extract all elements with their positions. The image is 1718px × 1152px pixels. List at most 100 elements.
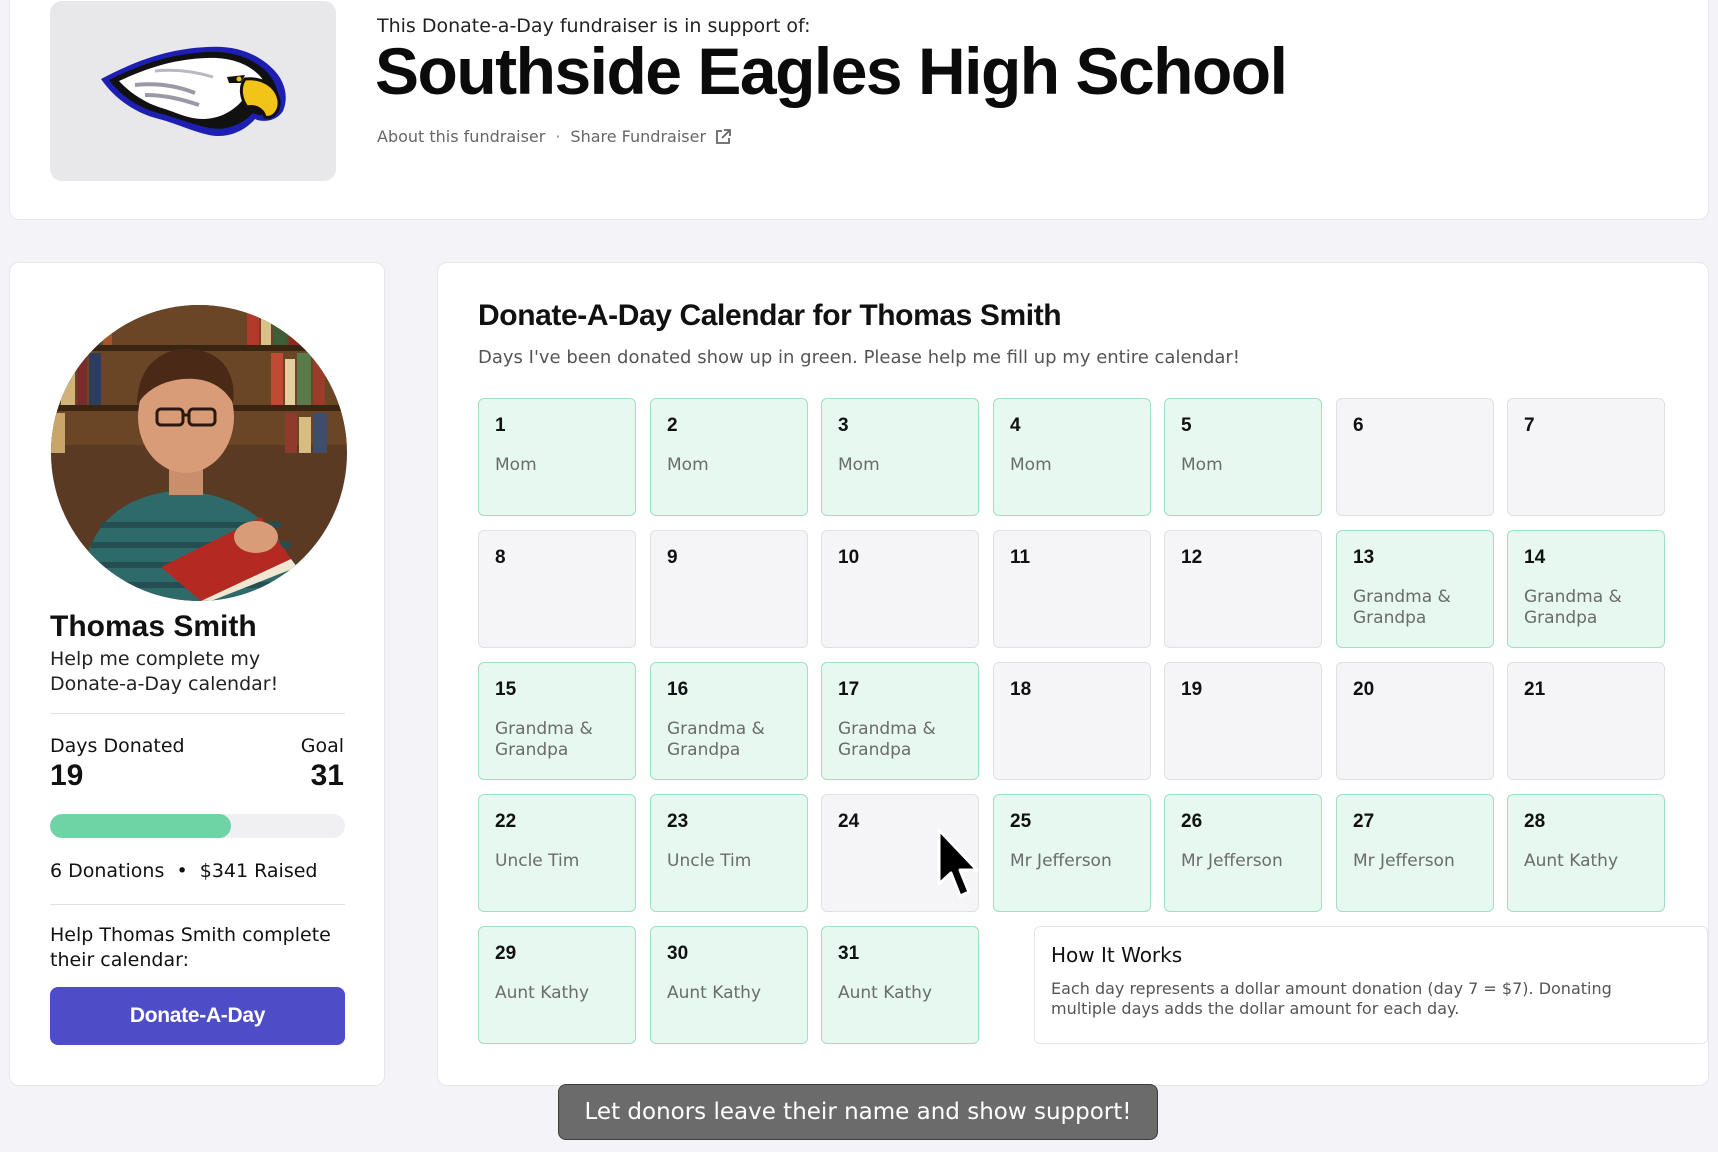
calendar-day[interactable]: 13 Grandma & Grandpa bbox=[1336, 530, 1494, 648]
calendar-day-number: 11 bbox=[1010, 547, 1031, 568]
calendar-day-donor: Uncle Tim bbox=[495, 851, 580, 871]
calendar-grid: 1 Mom 2 Mom 3 Mom 4 Mom 5 Mom 6 7 8 9 10 11 12 13 Grandma … bbox=[478, 398, 1708, 1058]
caption-banner: Let donors leave their name and show sup… bbox=[558, 1084, 1158, 1140]
calendar-day-donor: Aunt Kathy bbox=[667, 983, 762, 1003]
calendar-day-number: 27 bbox=[1353, 811, 1375, 832]
calendar-day[interactable]: 23 Uncle Tim bbox=[650, 794, 808, 912]
participant-name: Thomas Smith bbox=[50, 610, 257, 643]
calendar-day-number: 28 bbox=[1524, 811, 1546, 832]
calendar-day[interactable]: 29 Aunt Kathy bbox=[478, 926, 636, 1044]
calendar-day-number: 22 bbox=[495, 811, 517, 832]
calendar-day[interactable]: 25 Mr Jefferson bbox=[993, 794, 1151, 912]
calendar-day[interactable]: 9 bbox=[650, 530, 808, 648]
calendar-card: Donate-A-Day Calendar for Thomas Smith D… bbox=[437, 262, 1709, 1086]
calendar-day-donor: Grandma & Grandpa bbox=[838, 719, 936, 760]
calendar-day-donor: Mr Jefferson bbox=[1353, 851, 1455, 871]
calendar-day-number: 10 bbox=[838, 547, 860, 568]
calendar-day-donor: Grandma & Grandpa bbox=[1353, 587, 1451, 628]
mouse-pointer-icon bbox=[937, 828, 979, 898]
calendar-day-number: 18 bbox=[1010, 679, 1032, 700]
calendar-day-number: 20 bbox=[1353, 679, 1375, 700]
calendar-day-number: 6 bbox=[1353, 415, 1364, 436]
calendar-day-number: 26 bbox=[1181, 811, 1203, 832]
calendar-day-number: 29 bbox=[495, 943, 517, 964]
calendar-day[interactable]: 2 Mom bbox=[650, 398, 808, 516]
calendar-day-donor: Mom bbox=[1010, 455, 1052, 475]
calendar-day[interactable]: 31 Aunt Kathy bbox=[821, 926, 979, 1044]
calendar-day[interactable]: 11 bbox=[993, 530, 1151, 648]
goal-value: 31 bbox=[310, 759, 344, 792]
calendar-day[interactable]: 8 bbox=[478, 530, 636, 648]
calendar-day-number: 9 bbox=[667, 547, 678, 568]
calendar-day[interactable]: 19 bbox=[1164, 662, 1322, 780]
calendar-day-donor: Mom bbox=[495, 455, 537, 475]
school-logo bbox=[50, 1, 336, 181]
share-fundraiser-label: Share Fundraiser bbox=[570, 127, 707, 146]
calendar-day-number: 30 bbox=[667, 943, 689, 964]
calendar-day-number: 7 bbox=[1524, 415, 1535, 436]
fundraiser-header: This Donate-a-Day fundraiser is in suppo… bbox=[9, 0, 1709, 220]
calendar-day-number: 16 bbox=[667, 679, 689, 700]
donate-a-day-button[interactable]: Donate-A-Day bbox=[50, 987, 345, 1045]
share-fundraiser-link[interactable]: Share Fundraiser bbox=[570, 127, 732, 146]
calendar-day-donor: Mr Jefferson bbox=[1181, 851, 1283, 871]
calendar-day-number: 5 bbox=[1181, 415, 1192, 436]
calendar-day-number: 15 bbox=[495, 679, 517, 700]
calendar-day-number: 1 bbox=[495, 415, 506, 436]
calendar-day[interactable]: 27 Mr Jefferson bbox=[1336, 794, 1494, 912]
calendar-day-number: 8 bbox=[495, 547, 506, 568]
calendar-day[interactable]: 16 Grandma & Grandpa bbox=[650, 662, 808, 780]
calendar-day[interactable]: 28 Aunt Kathy bbox=[1507, 794, 1665, 912]
about-fundraiser-link[interactable]: About this fundraiser bbox=[377, 127, 545, 146]
calendar-day-donor: Aunt Kathy bbox=[838, 983, 933, 1003]
calendar-day-donor: Grandma & Grandpa bbox=[667, 719, 765, 760]
calendar-day[interactable]: 20 bbox=[1336, 662, 1494, 780]
calendar-day-donor: Mom bbox=[838, 455, 880, 475]
calendar-day[interactable]: 26 Mr Jefferson bbox=[1164, 794, 1322, 912]
calendar-day[interactable]: 3 Mom bbox=[821, 398, 979, 516]
calendar-day-number: 13 bbox=[1353, 547, 1375, 568]
calendar-day-number: 19 bbox=[1181, 679, 1203, 700]
calendar-day-number: 31 bbox=[838, 943, 860, 964]
calendar-day[interactable]: 22 Uncle Tim bbox=[478, 794, 636, 912]
calendar-day-donor: Mom bbox=[667, 455, 709, 475]
calendar-day-number: 4 bbox=[1010, 415, 1021, 436]
profile-photo bbox=[51, 305, 347, 601]
calendar-day[interactable]: 4 Mom bbox=[993, 398, 1151, 516]
calendar-day-number: 2 bbox=[667, 415, 678, 436]
calendar-day-number: 23 bbox=[667, 811, 689, 832]
calendar-day-number: 25 bbox=[1010, 811, 1032, 832]
calendar-day-donor: Mr Jefferson bbox=[1010, 851, 1112, 871]
calendar-day-number: 21 bbox=[1524, 679, 1546, 700]
calendar-day[interactable]: 21 bbox=[1507, 662, 1665, 780]
days-donated-value: 19 bbox=[50, 759, 84, 792]
calendar-day-donor: Aunt Kathy bbox=[495, 983, 590, 1003]
calendar-day[interactable]: 17 Grandma & Grandpa bbox=[821, 662, 979, 780]
calendar-day[interactable]: 7 bbox=[1507, 398, 1665, 516]
calendar-day-donor: Aunt Kathy bbox=[1524, 851, 1619, 871]
goal-label: Goal bbox=[300, 735, 344, 757]
calendar-day-donor: Mom bbox=[1181, 455, 1223, 475]
participant-profile-card: Thomas Smith Help me complete my Donate-… bbox=[9, 262, 385, 1086]
calendar-day[interactable]: 10 bbox=[821, 530, 979, 648]
calendar-day[interactable]: 5 Mom bbox=[1164, 398, 1322, 516]
divider bbox=[50, 904, 345, 905]
calendar-day[interactable]: 14 Grandma & Grandpa bbox=[1507, 530, 1665, 648]
calendar-subtitle: Days I've been donated show up in green.… bbox=[478, 347, 1241, 368]
how-it-works-box: How It Works Each day represents a dolla… bbox=[1034, 926, 1708, 1044]
days-donated-label: Days Donated bbox=[50, 735, 185, 757]
calendar-day[interactable]: 1 Mom bbox=[478, 398, 636, 516]
how-it-works-body: Each day represents a dollar amount dona… bbox=[1051, 979, 1612, 1018]
calendar-day[interactable]: 18 bbox=[993, 662, 1151, 780]
calendar-day[interactable]: 6 bbox=[1336, 398, 1494, 516]
calendar-day-number: 12 bbox=[1181, 547, 1203, 568]
donation-stats: 6 Donations • $341 Raised bbox=[50, 860, 318, 882]
calendar-day[interactable]: 12 bbox=[1164, 530, 1322, 648]
calendar-title: Donate-A-Day Calendar for Thomas Smith bbox=[478, 299, 1062, 332]
calendar-day[interactable]: 15 Grandma & Grandpa bbox=[478, 662, 636, 780]
calendar-day[interactable]: 30 Aunt Kathy bbox=[650, 926, 808, 1044]
header-links: About this fundraiser · Share Fundraiser bbox=[377, 127, 732, 146]
calendar-day-number: 14 bbox=[1524, 547, 1546, 568]
progress-bar bbox=[50, 814, 345, 838]
calendar-day-number: 3 bbox=[838, 415, 849, 436]
